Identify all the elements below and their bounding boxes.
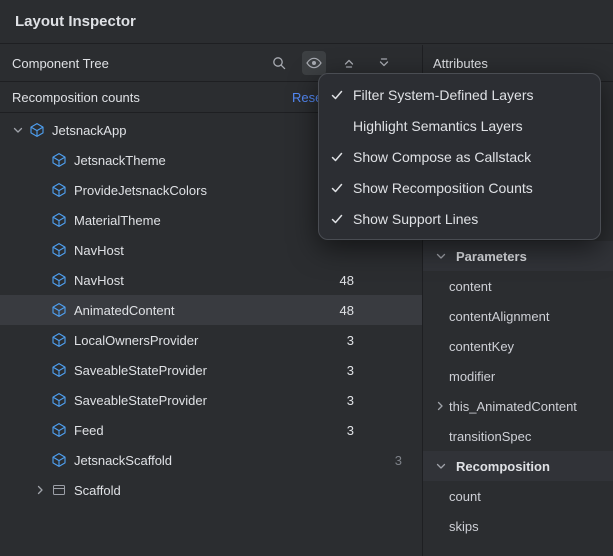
tree-node[interactable]: JetsnackScaffold 3 bbox=[0, 445, 422, 475]
scaffold-view-icon bbox=[50, 482, 68, 498]
tree-node[interactable]: LocalOwnersProvider 3 bbox=[0, 325, 422, 355]
attribute-name: content bbox=[449, 279, 492, 294]
menu-item-label: Filter System-Defined Layers bbox=[353, 87, 534, 103]
window-title: Layout Inspector bbox=[15, 13, 136, 30]
compose-node-icon bbox=[50, 452, 68, 468]
tree-node-label: NavHost bbox=[74, 243, 124, 258]
tree-node-label: Scaffold bbox=[74, 483, 121, 498]
recomposition-count: 3 bbox=[347, 393, 354, 408]
attribute-name: contentKey bbox=[449, 339, 514, 354]
menu-item[interactable]: Highlight Semantics Layers bbox=[319, 110, 600, 141]
recomposition-count: 3 bbox=[347, 333, 354, 348]
menu-item[interactable]: Show Support Lines bbox=[319, 203, 600, 234]
attribute-row[interactable]: count bbox=[423, 481, 613, 511]
compose-node-icon bbox=[50, 212, 68, 228]
checkmark-icon bbox=[329, 212, 345, 226]
checkmark-icon bbox=[329, 88, 345, 102]
attribute-name: contentAlignment bbox=[449, 309, 549, 324]
tree-node-label: AnimatedContent bbox=[74, 303, 174, 318]
tree-node[interactable]: SaveableStateProvider 3 bbox=[0, 385, 422, 415]
search-icon[interactable] bbox=[267, 51, 291, 75]
tree-node-label: NavHost bbox=[74, 273, 124, 288]
compose-node-icon bbox=[50, 152, 68, 168]
tree-node[interactable]: SaveableStateProvider 3 bbox=[0, 355, 422, 385]
attribute-row[interactable]: contentKey bbox=[423, 331, 613, 361]
recomposition-counts-label: Recomposition counts bbox=[12, 90, 140, 105]
component-tree-toolbar bbox=[267, 51, 414, 75]
chevron-right-icon[interactable] bbox=[431, 400, 449, 412]
collapse-all-icon[interactable] bbox=[372, 51, 396, 75]
window-titlebar: Layout Inspector bbox=[0, 0, 613, 44]
attr-section-header[interactable]: Parameters bbox=[423, 241, 613, 271]
tree-node-label: LocalOwnersProvider bbox=[74, 333, 198, 348]
attr-section-title: Parameters bbox=[456, 249, 527, 264]
view-options-menu: Filter System-Defined Layers Highlight Se… bbox=[318, 73, 601, 240]
compose-node-icon bbox=[50, 242, 68, 258]
attributes-body: Parameters content contentAlignment content… bbox=[423, 241, 613, 541]
attributes-title: Attributes bbox=[433, 56, 488, 71]
compose-node-icon bbox=[50, 332, 68, 348]
component-tree-title: Component Tree bbox=[12, 56, 109, 71]
checkmark-icon bbox=[329, 181, 345, 195]
tree-node-label: ProvideJetsnackColors bbox=[74, 183, 207, 198]
tree-node[interactable]: Feed 3 bbox=[0, 415, 422, 445]
recomposition-count: 48 bbox=[340, 303, 354, 318]
compose-node-icon bbox=[28, 122, 46, 138]
tree-node-label: JetsnackScaffold bbox=[74, 453, 172, 468]
compose-node-icon bbox=[50, 302, 68, 318]
menu-item-label: Show Support Lines bbox=[353, 211, 478, 227]
checkmark-icon bbox=[329, 150, 345, 164]
attribute-row[interactable]: skips bbox=[423, 511, 613, 541]
layout-inspector-window: Layout Inspector Component Tree bbox=[0, 0, 613, 556]
chevron-right-icon[interactable] bbox=[30, 484, 50, 496]
chevron-down-icon[interactable] bbox=[431, 250, 451, 262]
attribute-row[interactable]: transitionSpec bbox=[423, 421, 613, 451]
attribute-name: skips bbox=[449, 519, 479, 534]
tree-node-label: JetsnackApp bbox=[52, 123, 126, 138]
attribute-row[interactable]: content bbox=[423, 271, 613, 301]
menu-item[interactable]: Show Compose as Callstack bbox=[319, 141, 600, 172]
attribute-row[interactable]: this_AnimatedContent bbox=[423, 391, 613, 421]
menu-item-label: Show Recomposition Counts bbox=[353, 180, 533, 196]
compose-node-icon bbox=[50, 422, 68, 438]
tree-node-label: MaterialTheme bbox=[74, 213, 161, 228]
attribute-name: this_AnimatedContent bbox=[449, 399, 577, 414]
chevron-down-icon[interactable] bbox=[8, 124, 28, 136]
menu-item-label: Highlight Semantics Layers bbox=[353, 118, 523, 134]
tree-node-label: SaveableStateProvider bbox=[74, 393, 207, 408]
tree-node-label: SaveableStateProvider bbox=[74, 363, 207, 378]
attribute-name: count bbox=[449, 489, 481, 504]
tree-node[interactable]: Scaffold bbox=[0, 475, 422, 505]
attribute-name: modifier bbox=[449, 369, 495, 384]
chevron-down-icon[interactable] bbox=[431, 460, 451, 472]
recomposition-count: 3 bbox=[347, 363, 354, 378]
expand-all-icon[interactable] bbox=[337, 51, 361, 75]
recomposition-count: 48 bbox=[340, 273, 354, 288]
compose-node-icon bbox=[50, 272, 68, 288]
tree-node-label: JetsnackTheme bbox=[74, 153, 166, 168]
tree-node[interactable]: AnimatedContent 48 bbox=[0, 295, 422, 325]
compose-node-icon bbox=[50, 392, 68, 408]
tree-node-label: Feed bbox=[74, 423, 104, 438]
attribute-name: transitionSpec bbox=[449, 429, 531, 444]
attr-section-title: Recomposition bbox=[456, 459, 550, 474]
eye-icon[interactable] bbox=[302, 51, 326, 75]
attr-section-header[interactable]: Recomposition bbox=[423, 451, 613, 481]
menu-item-label: Show Compose as Callstack bbox=[353, 149, 531, 165]
attribute-row[interactable]: contentAlignment bbox=[423, 301, 613, 331]
tree-node[interactable]: NavHost 48 bbox=[0, 265, 422, 295]
menu-item[interactable]: Show Recomposition Counts bbox=[319, 172, 600, 203]
skip-count: 3 bbox=[395, 453, 402, 468]
compose-node-icon bbox=[50, 362, 68, 378]
compose-node-icon bbox=[50, 182, 68, 198]
recomposition-count: 3 bbox=[347, 423, 354, 438]
menu-item[interactable]: Filter System-Defined Layers bbox=[319, 79, 600, 110]
attribute-row[interactable]: modifier bbox=[423, 361, 613, 391]
